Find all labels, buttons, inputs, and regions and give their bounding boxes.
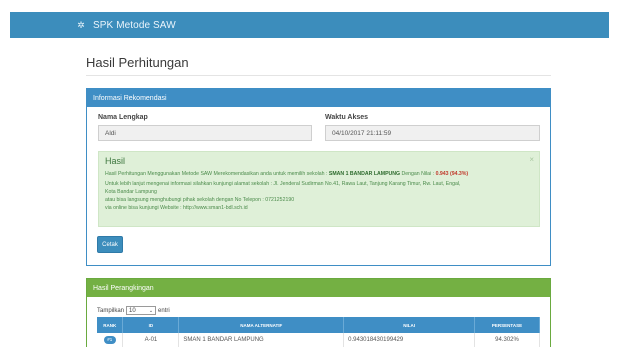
school-address-line: Untuk lebih lanjut mengenai informasi si… xyxy=(105,181,461,187)
score-label: Dengan Nilai : xyxy=(401,171,435,177)
col-name-header[interactable]: NAMA ALTERNATIF xyxy=(178,317,345,333)
name-label: Nama Lengkap xyxy=(98,114,148,121)
name-field[interactable]: Aldi xyxy=(98,125,312,141)
ranking-panel-header: Hasil Perangkingan xyxy=(87,279,550,297)
access-time-label: Waktu Akses xyxy=(325,114,369,121)
ranking-panel: Hasil Perangkingan Tampilkan 10 ⌄ entri … xyxy=(86,278,551,347)
value-cell: 0.943018430199429 xyxy=(343,333,476,347)
print-button[interactable]: Cetak xyxy=(97,236,123,253)
rank-cell: #1 xyxy=(97,333,124,347)
rank-badge: #1 xyxy=(103,335,116,344)
app-logo-icon: ✲ xyxy=(77,19,85,30)
entries-suffix-label: entri xyxy=(158,307,170,314)
recommendation-panel-header: Informasi Rekomendasi xyxy=(87,89,550,107)
col-value-header[interactable]: NILAI xyxy=(343,317,476,333)
app-brand[interactable]: SPK Metode SAW xyxy=(93,20,176,31)
col-rank-header[interactable]: RANK xyxy=(97,317,124,333)
result-line: Hasil Perhitungan Menggunakan Metode SAW… xyxy=(105,171,468,177)
access-time-field[interactable]: 04/10/2017 21:11:59 xyxy=(325,125,540,141)
chevron-down-icon: ⌄ xyxy=(148,307,154,314)
school-phone-line: atau bisa langsung menghubungi pihak sek… xyxy=(105,197,295,203)
id-cell: A-01 xyxy=(122,333,180,347)
ranking-table: RANK ID NAMA ALTERNATIF NILAI PERSENTASE… xyxy=(97,317,540,347)
close-icon[interactable]: × xyxy=(529,155,534,164)
table-row: #1 A-01 SMAN 1 BANDAR LAMPUNG 0.94301843… xyxy=(97,333,540,347)
recommended-school: SMAN 1 BANDAR LAMPUNG xyxy=(328,171,401,177)
page-title: Hasil Perhitungan xyxy=(86,55,189,70)
name-cell: SMAN 1 BANDAR LAMPUNG xyxy=(178,333,345,347)
col-id-header[interactable]: ID xyxy=(122,317,180,333)
col-percent-header[interactable]: PERSENTASE xyxy=(474,317,540,333)
top-navbar: ✲ SPK Metode SAW xyxy=(10,12,609,38)
school-website-line[interactable]: via online bisa kunjungi Website : http:… xyxy=(105,205,248,211)
result-prefix: Hasil Perhitungan Menggunakan Metode SAW… xyxy=(105,171,328,177)
entries-select-value: 10 xyxy=(129,307,136,314)
title-divider xyxy=(86,75,551,76)
result-alert: Hasil × Hasil Perhitungan Menggunakan Me… xyxy=(98,151,540,227)
result-alert-title: Hasil xyxy=(105,156,126,166)
entries-control: Tampilkan 10 ⌄ entri xyxy=(97,306,170,315)
recommendation-panel: Informasi Rekomendasi Nama Lengkap Aldi … xyxy=(86,88,551,266)
entries-show-label: Tampilkan xyxy=(97,307,125,314)
school-city-line: Kota Bandar Lampung xyxy=(105,189,157,195)
entries-select[interactable]: 10 ⌄ xyxy=(126,306,157,315)
percent-cell: 94.302% xyxy=(474,333,540,347)
table-header-row: RANK ID NAMA ALTERNATIF NILAI PERSENTASE xyxy=(97,317,540,333)
score-value: 0.943 (94.3%) xyxy=(435,171,469,177)
